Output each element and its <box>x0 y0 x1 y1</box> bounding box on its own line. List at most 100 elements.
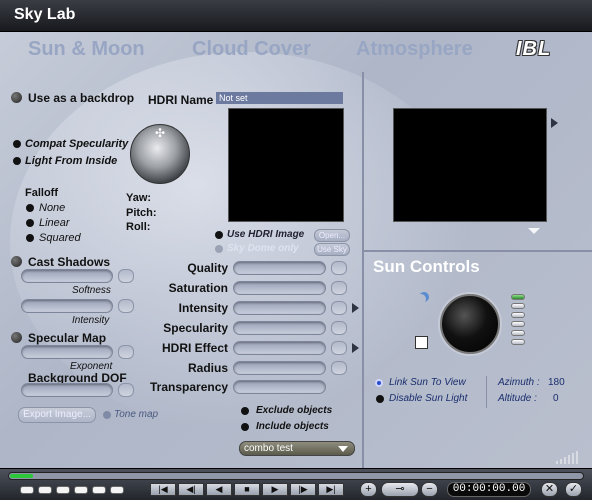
azimuth-label: Azimuth : <box>498 377 540 388</box>
exclude-objects-label: Exclude objects <box>256 405 333 416</box>
sun-preset-4-button[interactable] <box>511 321 525 327</box>
radius-knob[interactable] <box>331 361 347 375</box>
falloff-none-label: None <box>39 202 66 214</box>
specularity-label: Specularity <box>163 321 228 335</box>
azimuth-value[interactable]: 180 <box>548 377 565 388</box>
falloff-label: Falloff <box>25 187 58 199</box>
cast-shadows-toggle[interactable] <box>11 256 22 267</box>
chevron-down-icon[interactable] <box>528 228 540 234</box>
tone-map-label: Tone map <box>114 409 159 420</box>
use-hdri-image-label: Use HDRI Image <box>227 229 305 240</box>
preview-expand-icon[interactable] <box>551 118 558 128</box>
shadow-intensity-slider[interactable] <box>21 299 113 313</box>
key-icon[interactable]: ⊸ <box>381 482 419 497</box>
sun-divider <box>486 376 487 408</box>
timeline-segment[interactable] <box>92 486 106 494</box>
cancel-button[interactable]: ✕ <box>541 482 558 497</box>
tab-sun-moon[interactable]: Sun & Moon <box>28 38 145 61</box>
use-backdrop-label: Use as a backdrop <box>28 91 135 105</box>
specularity-slider[interactable] <box>233 321 326 335</box>
sun-preset-3-button[interactable] <box>511 312 525 318</box>
exclude-objects-radio[interactable] <box>241 407 249 415</box>
include-objects-radio[interactable] <box>241 423 249 431</box>
use-sky-button[interactable]: Use Sky <box>314 243 350 256</box>
quality-slider[interactable] <box>233 261 326 275</box>
compat-specularity-toggle[interactable] <box>13 140 21 148</box>
tone-map-toggle[interactable] <box>103 411 111 419</box>
falloff-none-radio[interactable] <box>26 204 34 212</box>
hdri-preview <box>228 108 344 222</box>
exponent-slider[interactable] <box>21 345 113 359</box>
play-reverse-button[interactable]: ◀ <box>206 483 232 496</box>
hdri-effect-slider[interactable] <box>233 341 326 355</box>
exponent-knob[interactable] <box>118 345 134 359</box>
timeline-segment[interactable] <box>38 486 52 494</box>
horizontal-divider <box>364 250 592 252</box>
open-button[interactable]: Open... <box>314 229 350 242</box>
hdri-effect-expand-icon[interactable] <box>352 343 359 353</box>
altitude-value[interactable]: 0 <box>553 393 559 404</box>
transparency-label: Transparency <box>150 380 229 394</box>
shadow-intensity-knob[interactable] <box>118 299 134 313</box>
saturation-knob[interactable] <box>331 281 347 295</box>
export-image-button[interactable]: Export Image... <box>18 407 96 423</box>
tab-cloud-cover[interactable]: Cloud Cover <box>192 38 311 61</box>
softness-slider[interactable] <box>21 269 113 283</box>
go-to-end-button[interactable]: ▶| <box>318 483 344 496</box>
remove-key-button[interactable]: − <box>421 482 438 497</box>
disable-sun-light-radio[interactable] <box>376 395 384 403</box>
include-objects-label: Include objects <box>256 421 329 432</box>
light-color-swatch[interactable] <box>415 336 428 349</box>
transparency-slider[interactable] <box>233 380 326 394</box>
softness-knob[interactable] <box>118 269 134 283</box>
shadow-intensity-label: Intensity <box>72 315 110 326</box>
altitude-label: Altitude : <box>498 393 537 404</box>
tab-bar: Sun & Moon Cloud Cover Atmosphere IBL <box>0 32 592 68</box>
light-from-inside-toggle[interactable] <box>13 157 21 165</box>
object-combo-select[interactable]: combo test <box>239 441 355 456</box>
ok-button[interactable]: ✓ <box>565 482 582 497</box>
next-key-button[interactable]: |▶ <box>290 483 316 496</box>
timeline-progress[interactable] <box>8 472 584 480</box>
hdri-effect-label: HDRI Effect <box>161 341 228 355</box>
intensity-slider[interactable] <box>233 301 326 315</box>
sun-position-sphere[interactable] <box>440 294 500 354</box>
intensity-expand-icon[interactable] <box>352 303 359 313</box>
timecode-display: 00:00:00.00 <box>447 482 531 497</box>
hdri-name-field[interactable]: Not set <box>216 92 343 104</box>
falloff-squared-radio[interactable] <box>26 234 34 242</box>
link-sun-to-view-radio[interactable] <box>375 379 383 387</box>
specular-map-toggle[interactable] <box>11 332 22 343</box>
sun-preset-6-button[interactable] <box>511 339 525 345</box>
radius-slider[interactable] <box>233 361 326 375</box>
falloff-linear-radio[interactable] <box>26 219 34 227</box>
quality-knob[interactable] <box>331 261 347 275</box>
intensity-knob[interactable] <box>331 301 347 315</box>
radius-label: Radius <box>187 361 228 375</box>
play-button[interactable]: ▶ <box>262 483 288 496</box>
timeline-segment[interactable] <box>56 486 70 494</box>
tab-atmosphere[interactable]: Atmosphere <box>356 38 473 61</box>
sun-preset-2-button[interactable] <box>511 303 525 309</box>
use-backdrop-toggle[interactable] <box>11 92 22 103</box>
timeline-segment[interactable] <box>110 486 124 494</box>
tab-ibl[interactable]: IBL <box>516 38 551 61</box>
saturation-slider[interactable] <box>233 281 326 295</box>
specularity-knob[interactable] <box>331 321 347 335</box>
softness-label: Softness <box>72 285 111 296</box>
sun-preset-1-button[interactable] <box>511 294 525 300</box>
background-dof-slider[interactable] <box>21 383 113 397</box>
sun-controls-title: Sun Controls <box>373 257 480 276</box>
timeline-segment[interactable] <box>20 486 34 494</box>
yaw-label: Yaw: <box>126 192 152 204</box>
previous-key-button[interactable]: ◀| <box>178 483 204 496</box>
go-to-start-button[interactable]: |◀ <box>150 483 176 496</box>
hdri-effect-knob[interactable] <box>331 341 347 355</box>
add-key-button[interactable]: + <box>360 482 377 497</box>
timeline-segment[interactable] <box>74 486 88 494</box>
use-hdri-image-radio[interactable] <box>215 231 223 239</box>
sun-preset-5-button[interactable] <box>511 330 525 336</box>
stop-button[interactable]: ■ <box>234 483 260 496</box>
sky-dome-only-radio[interactable] <box>215 245 223 253</box>
background-dof-knob[interactable] <box>118 383 134 397</box>
